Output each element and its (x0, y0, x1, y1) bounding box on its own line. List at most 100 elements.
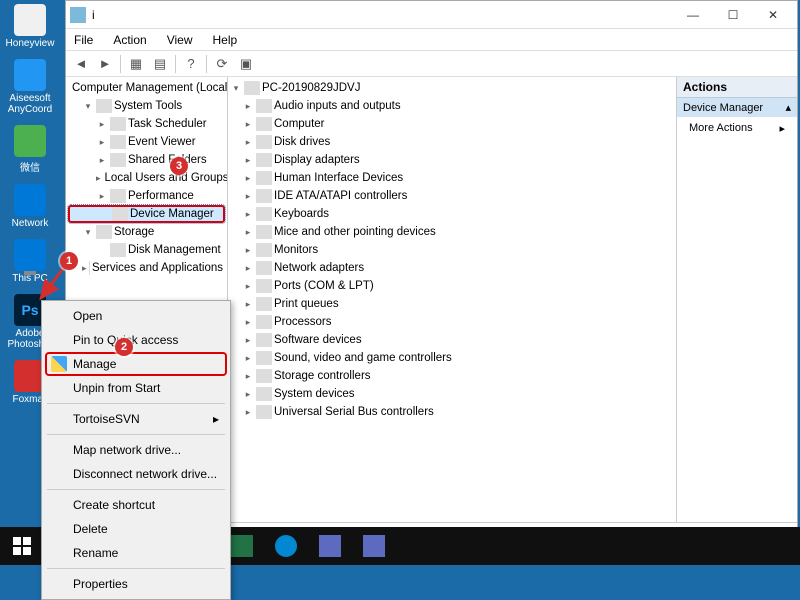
view-button[interactable]: ▣ (235, 53, 257, 75)
menu-item-create-shortcut[interactable]: Create shortcut (45, 493, 227, 517)
expander-icon[interactable]: ▸ (96, 173, 101, 184)
expander-icon[interactable]: ▸ (242, 317, 254, 328)
device-tree-panel: ▾PC-20190829JDVJ▸Audio inputs and output… (228, 77, 677, 522)
tree-item-event-viewer[interactable]: ▸Event Viewer (68, 133, 225, 151)
close-button[interactable]: ✕ (753, 1, 793, 29)
taskbar-app-generic1[interactable] (264, 527, 308, 565)
device-category-system-devices[interactable]: ▸System devices (230, 385, 674, 403)
device-category-universal-serial-bus-controllers[interactable]: ▸ Universal Serial Bus controllers (230, 403, 674, 421)
forward-button[interactable]: ► (94, 53, 116, 75)
device-tree-root[interactable]: ▾PC-20190829JDVJ (230, 79, 674, 97)
expander-icon[interactable]: ▸ (242, 281, 254, 292)
desktop-icon-aiseesoft-anycoord[interactable]: Aiseesoft AnyCoord (0, 55, 60, 119)
expander-icon[interactable]: ▸ (242, 335, 254, 346)
maximize-button[interactable]: ☐ (713, 1, 753, 29)
device-category-audio-inputs-and-outputs[interactable]: ▸Audio inputs and outputs (230, 97, 674, 115)
tree-item-system-tools[interactable]: ▾System Tools (68, 97, 225, 115)
menu-item-properties[interactable]: Properties (45, 572, 227, 596)
tree-item-services-and-applications[interactable]: ▸Services and Applications (68, 259, 225, 277)
device-category-network-adapters[interactable]: ▸Network adapters (230, 259, 674, 277)
expander-icon[interactable]: ▸ (242, 371, 254, 382)
menu-action[interactable]: Action (109, 31, 150, 49)
actions-selected[interactable]: Device Manager ▴ (677, 98, 797, 117)
expander-icon[interactable]: ▸ (96, 119, 108, 130)
tree-item-label: Task Scheduler (128, 118, 207, 130)
expander-icon[interactable]: ▸ (242, 227, 254, 238)
tree-item-computer-management-local-[interactable]: Computer Management (Local) (68, 79, 225, 97)
expander-icon[interactable]: ▸ (242, 191, 254, 202)
expander-icon[interactable]: ▸ (242, 353, 254, 364)
tree-item-device-manager[interactable]: Device Manager (68, 205, 225, 223)
device-category-processors[interactable]: ▸Processors (230, 313, 674, 331)
expander-icon[interactable]: ▸ (82, 263, 87, 274)
device-category-storage-controllers[interactable]: ▸Storage controllers (230, 367, 674, 385)
menu-item-map-network-drive-[interactable]: Map network drive... (45, 438, 227, 462)
tree-item-label: Computer Management (Local) (72, 82, 228, 94)
tree-item-performance[interactable]: ▸Performance (68, 187, 225, 205)
expander-icon[interactable]: ▾ (230, 83, 242, 94)
desktop-icon--[interactable]: 微信 (0, 121, 60, 178)
tree-item-shared-folders[interactable]: ▸Shared Folders (68, 151, 225, 169)
expander-icon[interactable]: ▸ (242, 137, 254, 148)
expander-icon[interactable]: ▸ (242, 209, 254, 220)
menu-item-unpin-from-start[interactable]: Unpin from Start (45, 376, 227, 400)
expander-icon[interactable]: ▸ (242, 299, 254, 310)
tree-item-task-scheduler[interactable]: ▸ Task Scheduler (68, 115, 225, 133)
expander-icon[interactable]: ▾ (82, 101, 94, 112)
device-category-computer[interactable]: ▸Computer (230, 115, 674, 133)
expander-icon[interactable]: ▸ (242, 173, 254, 184)
expander-icon[interactable]: ▸ (242, 263, 254, 274)
expander-icon[interactable]: ▾ (82, 227, 94, 238)
expander-icon[interactable]: ▸ (242, 101, 254, 112)
taskbar-app-generic2[interactable] (308, 527, 352, 565)
expander-icon[interactable]: ▸ (242, 155, 254, 166)
menu-item-manage[interactable]: Manage (45, 352, 227, 376)
device-category-ide-ata-atapi-controllers[interactable]: ▸IDE ATA/ATAPI controllers (230, 187, 674, 205)
tree-item-label: Storage (114, 226, 154, 238)
device-category-human-interface-devices[interactable]: ▸ Human Interface Devices (230, 169, 674, 187)
menu-view[interactable]: View (163, 31, 197, 49)
device-category-disk-drives[interactable]: ▸Disk drives (230, 133, 674, 151)
minimize-button[interactable]: — (673, 1, 713, 29)
expander-icon[interactable]: ▸ (242, 119, 254, 130)
device-category-software-devices[interactable]: ▸Software devices (230, 331, 674, 349)
device-category-display-adapters[interactable]: ▸Display adapters (230, 151, 674, 169)
menu-item-rename[interactable]: Rename (45, 541, 227, 565)
desktop-icon-honeyview[interactable]: Honeyview (0, 0, 60, 53)
device-category-ports-com-lpt-[interactable]: ▸Ports (COM & LPT) (230, 277, 674, 295)
menu-item-pin-to-quick-access[interactable]: Pin to Quick access (45, 328, 227, 352)
desktop-icon-network[interactable]: Network (0, 180, 60, 233)
tree-item-storage[interactable]: ▾ Storage (68, 223, 225, 241)
menu-file[interactable]: File (70, 31, 97, 49)
expander-icon[interactable]: ▸ (96, 137, 108, 148)
expander-icon[interactable]: ▸ (242, 245, 254, 256)
scan-button[interactable]: ⟳ (211, 53, 233, 75)
device-category-mice-and-other-pointing-devices[interactable]: ▸Mice and other pointing devices (230, 223, 674, 241)
menu-item-delete[interactable]: Delete (45, 517, 227, 541)
menu-item-disconnect-network-drive-[interactable]: Disconnect network drive... (45, 462, 227, 486)
device-category-monitors[interactable]: ▸Monitors (230, 241, 674, 259)
expander-icon[interactable]: ▸ (96, 155, 108, 166)
help-button[interactable]: ? (180, 53, 202, 75)
menu-help[interactable]: Help (209, 31, 242, 49)
menu-item-open[interactable]: Open (45, 304, 227, 328)
expander-icon[interactable]: ▸ (96, 191, 108, 202)
tree-item-disk-management[interactable]: Disk Management (68, 241, 225, 259)
start-button[interactable] (0, 527, 44, 565)
device-category-print-queues[interactable]: ▸Print queues (230, 295, 674, 313)
more-actions[interactable]: More Actions ▸ (677, 117, 797, 140)
properties-button[interactable]: ▤ (149, 53, 171, 75)
titlebar[interactable]: i — ☐ ✕ (66, 1, 797, 29)
menu-item-label: Rename (73, 546, 118, 560)
taskbar-app-generic3[interactable] (352, 527, 396, 565)
back-button[interactable]: ◄ (70, 53, 92, 75)
show-hide-button[interactable]: ▦ (125, 53, 147, 75)
expander-icon[interactable]: ▸ (242, 389, 254, 400)
device-category-keyboards[interactable]: ▸Keyboards (230, 205, 674, 223)
expander-icon[interactable]: ▸ (242, 407, 254, 418)
device-category-sound-video-and-game-controllers[interactable]: ▸Sound, video and game controllers (230, 349, 674, 367)
tree-item-label: Human Interface Devices (274, 172, 403, 184)
menu-item-tortoisesvn[interactable]: TortoiseSVN▸ (45, 407, 227, 431)
tree-item-label: Universal Serial Bus controllers (274, 406, 434, 418)
tree-item-local-users-and-groups[interactable]: ▸Local Users and Groups (68, 169, 225, 187)
